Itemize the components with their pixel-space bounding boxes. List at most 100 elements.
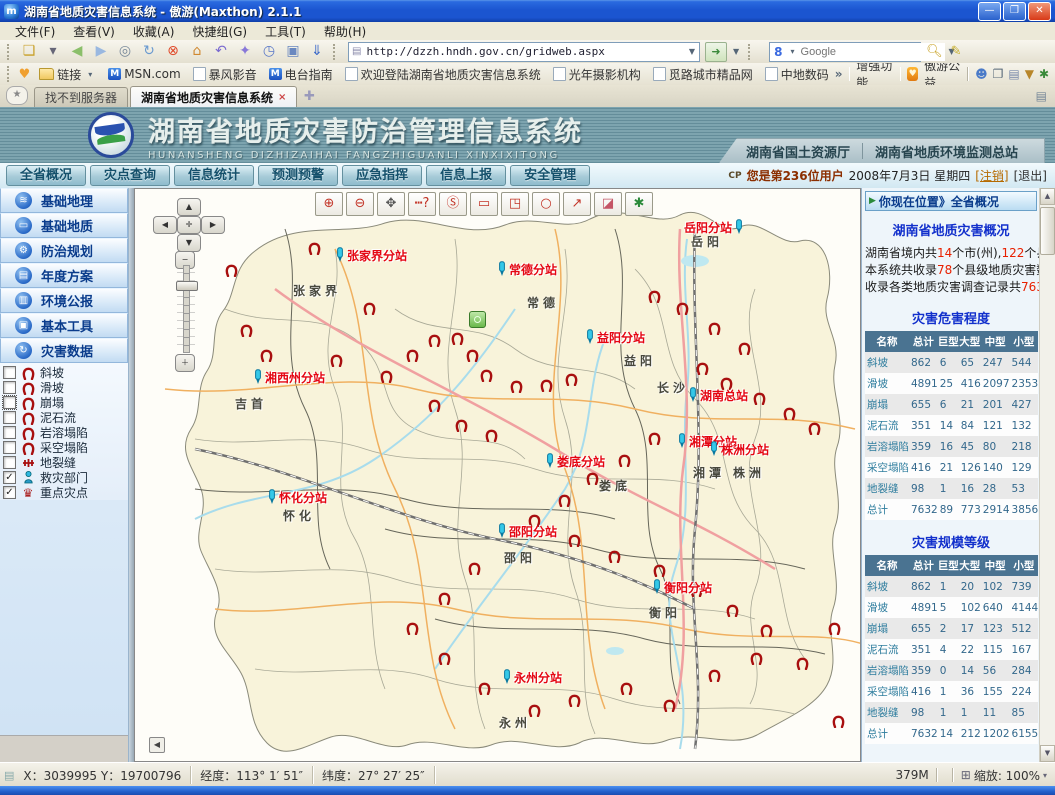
nav-tab[interactable]: 预测预警 <box>258 165 338 186</box>
nav-tab[interactable]: 应急指挥 <box>342 165 422 186</box>
nav-tab[interactable]: 信息统计 <box>174 165 254 186</box>
station-marker[interactable]: 常德分站 <box>497 261 557 279</box>
menu-item[interactable]: 快捷组(G) <box>183 22 256 41</box>
google-icon[interactable]: 8 <box>770 45 786 59</box>
station-marker[interactable]: 衡阳分站 <box>652 579 712 597</box>
layer-checkbox[interactable] <box>3 396 16 409</box>
vertical-scrollbar[interactable]: ▲ ▼ <box>1039 188 1055 762</box>
address-dropdown-icon[interactable]: ▼ <box>685 47 699 56</box>
pan-up-button[interactable]: ▲ <box>177 198 201 216</box>
nav-tab[interactable]: 全省概况 <box>6 165 86 186</box>
layer-checkbox[interactable] <box>3 381 16 394</box>
clear-selection-icon[interactable]: Ⓢ <box>439 192 467 216</box>
home-icon[interactable]: ⌂ <box>186 42 208 61</box>
close-button[interactable]: ✕ <box>1028 2 1051 21</box>
layer-checkbox[interactable]: ✓ <box>3 486 16 499</box>
scroll-thumb[interactable] <box>1040 207 1055 255</box>
favorites-icon[interactable]: ♥ <box>16 67 34 82</box>
sidebar-button[interactable]: ▣基本工具 <box>0 313 128 338</box>
menu-item[interactable]: 收藏(A) <box>124 22 184 41</box>
locate-button[interactable] <box>469 311 486 328</box>
back-icon[interactable]: ◀ <box>66 42 88 61</box>
go-button[interactable]: ➜ <box>705 42 727 62</box>
layer-checkbox[interactable]: ✓ <box>3 471 16 484</box>
layer-checkbox[interactable] <box>3 441 16 454</box>
refresh-icon[interactable]: ↻ <box>138 42 160 61</box>
link-item[interactable]: 欢迎登陆湖南省地质灾害信息系统 <box>339 65 547 84</box>
minimize-button[interactable]: — <box>978 2 1001 21</box>
highlight-icon[interactable]: ✎ <box>948 44 965 59</box>
pan-icon[interactable]: ✥ <box>377 192 405 216</box>
menu-item[interactable]: 查看(V) <box>64 22 124 41</box>
window-icon[interactable]: ❐ <box>993 67 1004 81</box>
layer-checkbox[interactable] <box>3 456 16 469</box>
station-marker[interactable]: 永州分站 <box>502 669 562 687</box>
zoom-caret-icon[interactable]: ▾ <box>1043 771 1047 780</box>
plugin-icon[interactable]: ✱ <box>1039 67 1049 81</box>
station-marker[interactable]: 湘西州分站 <box>253 369 325 387</box>
zoom-out-icon[interactable]: ⊖ <box>346 192 374 216</box>
zoom-slider-track[interactable] <box>183 265 190 353</box>
proxy-icon[interactable]: ▣ <box>282 42 304 61</box>
new-page-icon[interactable]: ❏ <box>18 42 40 61</box>
zoom-slider-handle[interactable] <box>176 281 198 291</box>
station-marker[interactable]: 邵阳分站 <box>497 523 557 541</box>
scroll-track[interactable] <box>1040 205 1055 745</box>
tab-list-icon[interactable]: ▤ <box>1036 89 1055 107</box>
nav-tab[interactable]: 信息上报 <box>426 165 506 186</box>
forward-icon[interactable]: ▶ <box>90 42 112 61</box>
go-dropdown-icon[interactable]: ▼ <box>729 47 743 56</box>
history-dropdown-icon[interactable]: ◎ <box>114 42 136 61</box>
station-marker[interactable]: 岳阳分站 <box>684 219 744 237</box>
zoom-in-slider-button[interactable]: ＋ <box>175 354 195 372</box>
link-item[interactable]: 链接▾ <box>33 65 102 84</box>
new-page-dropdown-icon[interactable]: ▾ <box>42 42 64 61</box>
sidebar-button[interactable]: ▥环境公报 <box>0 288 128 313</box>
search-engine-dropdown-icon[interactable]: ▾ <box>787 47 799 56</box>
zoom-control[interactable]: ⊞ 缩放: 100% ▾ <box>961 767 1047 784</box>
bucket-icon[interactable]: ▼ <box>1025 67 1034 81</box>
sidebar-button[interactable]: ▤年度方案 <box>0 263 128 288</box>
maxthon-charity-link[interactable]: 傲游公益 <box>924 63 961 86</box>
undo-icon[interactable]: ↶ <box>210 42 232 61</box>
menu-item[interactable]: 文件(F) <box>6 22 64 41</box>
link-item[interactable]: M电台指南 <box>263 65 339 84</box>
draw-line-icon[interactable]: ↗ <box>563 192 591 216</box>
station-marker[interactable]: 株洲分站 <box>709 441 769 459</box>
collapse-panel-button[interactable]: ◀ <box>149 737 165 753</box>
search-go-icon[interactable]: 🔍︎ <box>923 44 946 59</box>
favorites-star-button[interactable]: ★ <box>6 86 28 105</box>
maximize-button[interactable]: ❐ <box>1003 2 1026 21</box>
logout-link[interactable]: [注销] <box>975 167 1008 184</box>
pan-center-button[interactable]: ✛ <box>177 216 201 234</box>
stop-icon[interactable]: ⊗ <box>162 42 184 61</box>
menu-item[interactable]: 帮助(H) <box>315 22 375 41</box>
enhance-features-link[interactable]: 增强功能 <box>856 63 893 86</box>
link-item[interactable]: 中地数码 <box>759 65 835 84</box>
layer-checkbox[interactable] <box>3 411 16 424</box>
layer-checkbox[interactable] <box>3 366 16 379</box>
pan-down-button[interactable]: ▼ <box>177 234 201 252</box>
sidebar-button[interactable]: ▭基础地质 <box>0 213 128 238</box>
circle-select-icon[interactable]: ○ <box>532 192 560 216</box>
link-item[interactable]: 暴风影音 <box>187 65 263 84</box>
link-caret-icon[interactable]: ▾ <box>84 70 96 79</box>
wand-icon[interactable]: ✦ <box>234 42 256 61</box>
clock-icon[interactable]: ◷ <box>258 42 280 61</box>
scroll-down-button[interactable]: ▼ <box>1040 745 1055 762</box>
layer-checkbox[interactable] <box>3 426 16 439</box>
map-canvas[interactable]: 岳阳张家界常德益阳吉首长沙湘潭株洲娄底怀化邵阳衡阳永州 岳阳分站张家界分站常德分… <box>134 188 861 762</box>
user-icon[interactable]: ☻ <box>975 67 988 81</box>
pan-right-button[interactable]: ▶ <box>201 216 225 234</box>
org-link-land-resources[interactable]: 湖南省国土资源厅 <box>734 142 862 161</box>
station-marker[interactable]: 张家界分站 <box>335 247 407 265</box>
layer-tree-icon[interactable]: ✱ <box>625 192 653 216</box>
link-item[interactable]: 觅路城市精品网 <box>647 65 759 84</box>
download-icon[interactable]: ⇓ <box>306 42 328 61</box>
new-tab-button[interactable]: ✚ <box>301 89 317 105</box>
sidebar-button[interactable]: ⚙防治规划 <box>0 238 128 263</box>
station-marker[interactable]: 益阳分站 <box>585 329 645 347</box>
rect-query-icon[interactable]: ◳ <box>501 192 529 216</box>
measure-icon[interactable]: ┅? <box>408 192 436 216</box>
rect-select-icon[interactable]: ▭ <box>470 192 498 216</box>
